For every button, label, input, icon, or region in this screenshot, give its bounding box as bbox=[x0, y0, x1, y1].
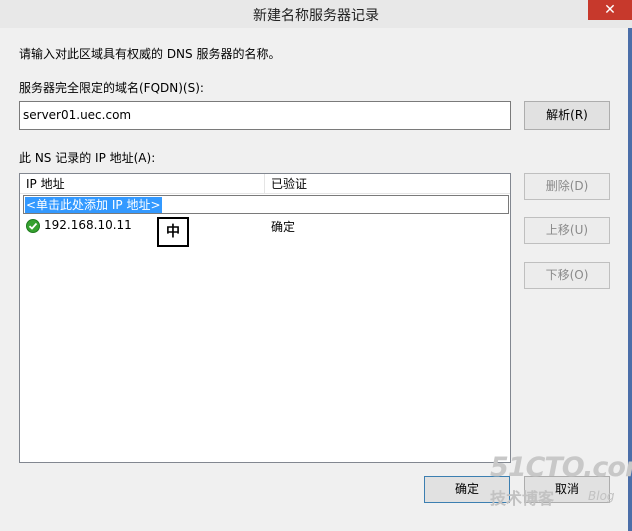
watermark-site: 51CTO.com bbox=[490, 452, 632, 483]
ip-list-label: 此 NS 记录的 IP 地址(A): bbox=[19, 151, 156, 165]
ip-value: 192.168.10.11 bbox=[44, 218, 132, 232]
verified-value: 确定 bbox=[271, 220, 296, 234]
delete-button[interactable]: 删除(D) bbox=[524, 173, 610, 200]
verified-check-icon bbox=[26, 219, 40, 233]
fqdn-label: 服务器完全限定的域名(FQDN)(S): bbox=[19, 81, 204, 95]
resolve-button[interactable]: 解析(R) bbox=[524, 101, 610, 130]
column-header-ip[interactable]: IP 地址 bbox=[20, 174, 265, 194]
window-title: 新建名称服务器记录 bbox=[253, 8, 379, 24]
fqdn-input[interactable]: server01.uec.com bbox=[19, 101, 511, 130]
instruction-text: 请输入对此区域具有权威的 DNS 服务器的名称。 bbox=[19, 47, 281, 61]
ip-address-list[interactable]: IP 地址 已验证 <单击此处添加 IP 地址> 192.168.10.11 确… bbox=[19, 173, 511, 463]
watermark: 51CTO.com 技术博客 Blog bbox=[490, 452, 632, 514]
close-button[interactable]: ✕ bbox=[588, 0, 632, 20]
watermark-tagline: 技术博客 bbox=[490, 489, 555, 508]
title-bar: 新建名称服务器记录 ✕ bbox=[0, 0, 632, 28]
add-ip-placeholder: <单击此处添加 IP 地址> bbox=[25, 197, 162, 213]
add-ip-entry[interactable]: <单击此处添加 IP 地址> bbox=[23, 195, 509, 214]
move-down-button[interactable]: 下移(O) bbox=[524, 262, 610, 289]
watermark-blog: Blog bbox=[588, 489, 615, 503]
move-up-button[interactable]: 上移(U) bbox=[524, 217, 610, 244]
ime-indicator[interactable]: 中 bbox=[157, 217, 189, 247]
column-header-verified[interactable]: 已验证 bbox=[265, 174, 510, 194]
fqdn-value: server01.uec.com bbox=[23, 108, 132, 122]
